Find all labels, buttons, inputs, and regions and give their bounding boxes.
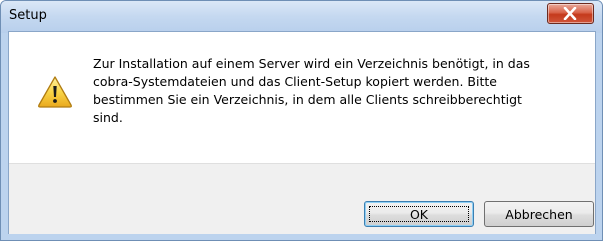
window-title: Setup — [9, 8, 47, 23]
cancel-button[interactable]: Abbrechen — [484, 201, 594, 227]
dialog-client-area: Zur Installation auf einem Server wird e… — [8, 31, 596, 234]
ok-button[interactable]: OK — [364, 201, 474, 227]
button-bar: OK Abbrechen — [9, 163, 595, 234]
cancel-button-label: Abbrechen — [505, 206, 573, 222]
focus-rectangle — [369, 206, 469, 222]
message-area: Zur Installation auf einem Server wird e… — [9, 32, 595, 163]
close-icon — [563, 7, 577, 20]
dialog-message: Zur Installation auf einem Server wird e… — [93, 56, 530, 125]
title-bar[interactable]: Setup — [1, 1, 602, 33]
warning-icon — [38, 76, 72, 108]
setup-dialog-window: Setup Zur Installation auf einem Server … — [0, 0, 603, 241]
close-button[interactable] — [547, 3, 594, 24]
